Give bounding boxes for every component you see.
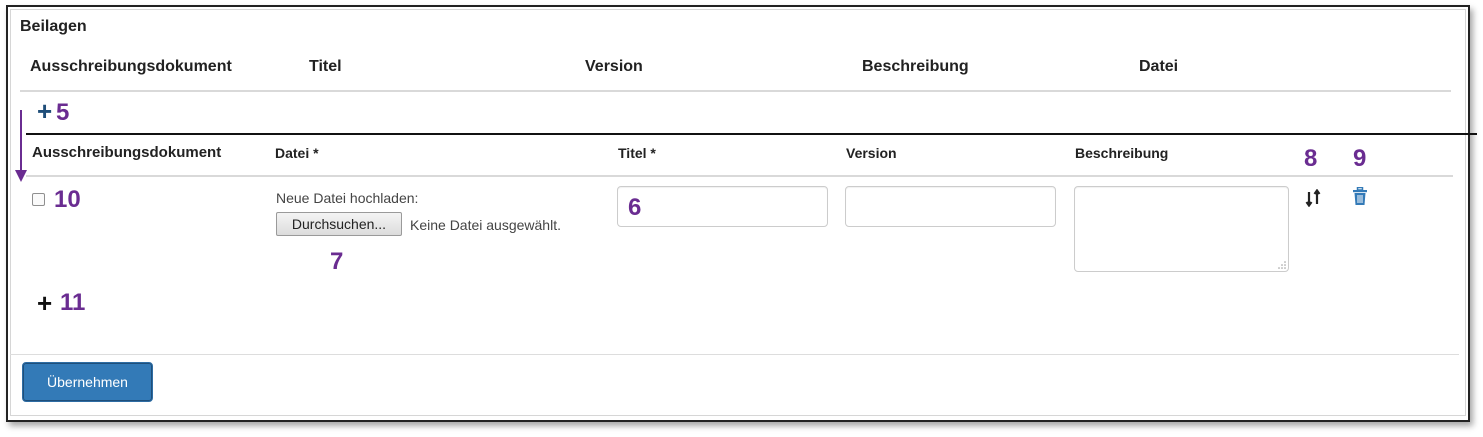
footer-divider xyxy=(10,354,1459,355)
edit-header-titel: Titel * xyxy=(618,145,656,161)
version-input[interactable] xyxy=(845,186,1056,227)
add-row-icon[interactable]: + xyxy=(37,96,52,127)
column-header-titel: Titel xyxy=(309,58,342,75)
browse-button[interactable]: Durchsuchen... xyxy=(276,212,402,236)
resize-grip-icon[interactable] xyxy=(1278,261,1286,269)
ausschreibungsdokument-checkbox[interactable] xyxy=(32,193,45,206)
ubernehmen-button[interactable]: Übernehmen xyxy=(22,362,153,402)
annotation-7: 7 xyxy=(330,248,344,275)
annotation-9: 9 xyxy=(1353,145,1367,172)
edit-header-ausschreibungsdokument: Ausschreibungsdokument xyxy=(32,144,222,161)
description-textarea[interactable] xyxy=(1074,186,1289,272)
annotation-5: 5 xyxy=(56,99,70,126)
annotation-11: 11 xyxy=(60,289,86,316)
column-header-version: Version xyxy=(585,58,643,75)
sort-icon[interactable] xyxy=(1305,189,1323,207)
edit-header-beschreibung: Beschreibung xyxy=(1075,145,1169,161)
column-header-ausschreibungsdokument: Ausschreibungsdokument xyxy=(30,58,232,75)
annotation-arrow xyxy=(15,110,27,182)
add-attachment-icon[interactable]: + xyxy=(37,288,52,319)
header-divider xyxy=(20,90,1451,92)
edit-header-version: Version xyxy=(846,145,897,161)
section-title: Beilagen xyxy=(20,18,87,35)
annotation-8: 8 xyxy=(1304,145,1318,172)
edit-header-divider xyxy=(26,175,1453,177)
title-input[interactable] xyxy=(617,186,828,227)
upload-label: Neue Datei hochladen: xyxy=(276,190,419,206)
trash-icon[interactable] xyxy=(1352,187,1368,206)
column-header-beschreibung: Beschreibung xyxy=(862,58,969,75)
column-header-datei: Datei xyxy=(1139,58,1179,75)
no-file-text: Keine Datei ausgewählt. xyxy=(410,217,561,233)
annotation-6: 6 xyxy=(628,194,642,221)
edit-header-datei: Datei * xyxy=(275,145,319,161)
annotation-10: 10 xyxy=(54,186,81,213)
description-wrapper xyxy=(1074,186,1289,272)
edit-table-top-border xyxy=(26,133,1477,135)
